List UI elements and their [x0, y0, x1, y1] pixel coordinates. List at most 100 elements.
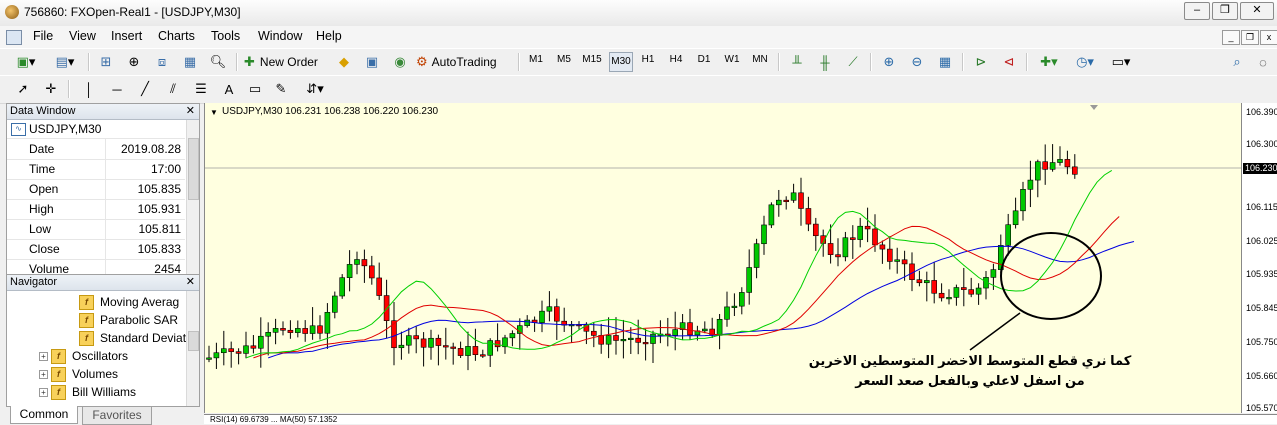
metaeditor-icon[interactable]: ◆	[334, 52, 354, 72]
strategy-tester-icon[interactable]: 🔍︎	[208, 52, 228, 72]
window-title: 756860: FXOpen-Real1 - [USDJPY,M30]	[24, 5, 241, 19]
minimize-button[interactable]: –	[1184, 2, 1210, 20]
crosshair-icon[interactable]: ✛	[42, 79, 60, 99]
data-row-open: Open 105.835	[7, 179, 185, 200]
bullish-candle	[428, 337, 434, 348]
menu-charts[interactable]: Charts	[158, 29, 195, 43]
vertical-line-icon[interactable]: │	[80, 79, 98, 99]
autotrading-label: AutoTrading	[431, 55, 497, 69]
fibonacci-icon[interactable]: ☰	[192, 79, 210, 99]
market-watch-icon[interactable]: ⊞	[96, 52, 116, 72]
data-window-scrollbar[interactable]	[186, 120, 199, 274]
mdi-restore-button[interactable]: ❐	[1241, 30, 1259, 45]
chart-annotation: كما نري قطع المتوسط الاخضر المتوسطين الا…	[805, 351, 1135, 391]
menu-help[interactable]: Help	[316, 29, 342, 43]
auto-scroll-icon[interactable]: ⊳	[970, 52, 992, 72]
text-tool[interactable]: A	[220, 79, 238, 99]
nav-item-standard-deviation[interactable]: f Standard Deviat	[79, 329, 186, 347]
autotrading-button[interactable]: ⚙ AutoTrading	[416, 52, 510, 72]
crosshair-target-icon[interactable]: ⊕	[124, 52, 144, 72]
bearish-candle	[849, 237, 856, 240]
nav-item-bill-williams[interactable]: + f Bill Williams	[39, 383, 136, 401]
function-icon: f	[79, 295, 94, 311]
line-chart-icon[interactable]: ⟋	[842, 52, 864, 72]
timeframe-mn[interactable]: MN	[749, 54, 771, 65]
trendline-icon[interactable]: ╱	[136, 79, 154, 99]
text-label-icon[interactable]: ▭	[246, 79, 264, 99]
timeframe-m5[interactable]: M5	[553, 54, 575, 65]
data-row-time: Time 17:00	[7, 159, 185, 180]
templates-icon[interactable]: ▭▾	[1106, 52, 1136, 72]
search-icon[interactable]: ⌕	[1228, 52, 1246, 72]
navigator-close-icon[interactable]: ✕	[186, 275, 195, 290]
bearish-candle	[443, 345, 449, 348]
data-label: Close	[29, 242, 60, 256]
mdi-minimize-button[interactable]: _	[1222, 30, 1240, 45]
nav-item-label: Standard Deviat	[100, 331, 187, 345]
chat-icon[interactable]: ◌	[1254, 52, 1272, 72]
periods-icon[interactable]: ◷▾	[1070, 52, 1100, 72]
maximize-button[interactable]: ❐	[1212, 2, 1238, 20]
zoom-out-icon[interactable]: ⊖	[906, 52, 928, 72]
chart-window-icon[interactable]	[6, 30, 22, 45]
menu-tools[interactable]: Tools	[211, 29, 240, 43]
signals-icon[interactable]: ◉	[390, 52, 410, 72]
bullish-candle	[1012, 210, 1019, 226]
timeframe-m1[interactable]: M1	[525, 54, 547, 65]
bearish-candle	[805, 208, 812, 225]
tab-favorites[interactable]: Favorites	[82, 406, 152, 425]
timeframe-m30[interactable]: M30	[609, 52, 633, 72]
bar-chart-icon[interactable]: ╨	[786, 52, 808, 72]
expand-icon[interactable]: +	[39, 352, 48, 362]
bearish-candle	[553, 306, 560, 322]
navigator-scroll-thumb[interactable]	[188, 331, 199, 351]
new-order-button[interactable]: ✚ New Order	[244, 52, 326, 72]
timeframe-h1[interactable]: H1	[637, 54, 659, 65]
navigator-panel: Navigator ✕ f Moving Averag f Parabolic SA…	[6, 274, 200, 407]
bullish-candle	[272, 328, 279, 333]
menu-file[interactable]: File	[33, 29, 53, 43]
bullish-candle	[539, 310, 545, 323]
annotation-line-1: كما نري قطع المتوسط الاخضر المتوسطين الا…	[808, 353, 1132, 368]
zoom-in-icon[interactable]: ⊕	[878, 52, 900, 72]
edit-icon[interactable]: ✎	[272, 79, 290, 99]
annotation-pointer-line	[969, 312, 1021, 351]
nav-item-moving-average[interactable]: f Moving Averag	[79, 293, 179, 311]
navigator-scrollbar[interactable]	[186, 291, 199, 406]
bearish-candle	[413, 335, 419, 340]
horizontal-line-icon[interactable]: ─	[108, 79, 126, 99]
terminal-icon[interactable]: ▦	[180, 52, 200, 72]
nav-item-label: Moving Averag	[100, 295, 180, 309]
arrows-dropdown[interactable]: ⇵ ▾	[298, 79, 332, 99]
timeframe-d1[interactable]: D1	[693, 54, 715, 65]
data-window-close-icon[interactable]: ✕	[186, 104, 195, 119]
expand-icon[interactable]: +	[39, 370, 48, 380]
navigator-icon[interactable]: ⧈	[152, 52, 172, 72]
bullish-candle	[1034, 161, 1041, 181]
menu-insert[interactable]: Insert	[111, 29, 142, 43]
menu-window[interactable]: Window	[258, 29, 302, 43]
equidistant-channel-icon[interactable]: ⫽	[164, 79, 182, 99]
data-window-symbol-row: ∿ USDJPY,M30	[7, 120, 185, 139]
new-chart-icon[interactable]: ▣ ▾	[8, 52, 44, 72]
tile-windows-icon[interactable]: ▦	[934, 52, 956, 72]
price-chart[interactable]: ▼ USDJPY,M30 106.231 106.238 106.220 106…	[204, 103, 1242, 413]
nav-item-oscillators[interactable]: + f Oscillators	[39, 347, 128, 365]
timeframe-h4[interactable]: H4	[665, 54, 687, 65]
close-button[interactable]: ✕	[1240, 2, 1274, 20]
candlestick-icon[interactable]: ╫	[814, 52, 836, 72]
profiles-icon[interactable]: ▤ ▾	[50, 52, 80, 72]
history-icon[interactable]: ▣	[362, 52, 382, 72]
timeframe-w1[interactable]: W1	[721, 54, 743, 65]
expand-icon[interactable]: +	[39, 388, 48, 398]
mdi-close-button[interactable]: x	[1260, 30, 1277, 45]
menu-view[interactable]: View	[69, 29, 96, 43]
indicators-icon[interactable]: ✚▾	[1034, 52, 1064, 72]
data-window-scroll-thumb[interactable]	[188, 138, 199, 200]
nav-item-parabolic-sar[interactable]: f Parabolic SAR	[79, 311, 178, 329]
nav-item-volumes[interactable]: + f Volumes	[39, 365, 118, 383]
tab-common[interactable]: Common	[10, 406, 78, 424]
timeframe-m15[interactable]: M15	[581, 54, 603, 65]
chart-shift-icon[interactable]: ⊲	[998, 52, 1020, 72]
cursor-icon[interactable]: ➚	[14, 79, 32, 99]
